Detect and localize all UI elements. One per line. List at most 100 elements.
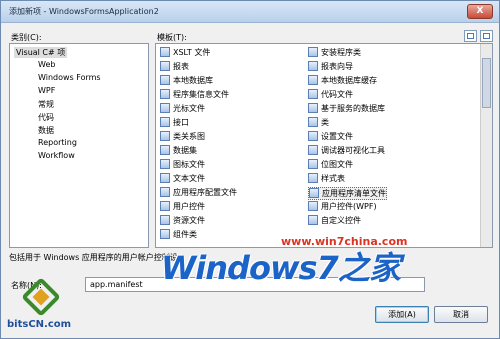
user-control-icon (160, 201, 170, 211)
category-code[interactable]: 代码 (38, 112, 54, 123)
template-item[interactable]: 自定义控件 (308, 215, 361, 228)
template-item[interactable]: 接口 (160, 117, 189, 130)
template-label: 类关系图 (173, 132, 205, 141)
category-data[interactable]: 数据 (38, 125, 54, 136)
report-wizard-icon (308, 61, 318, 71)
template-item[interactable]: 类关系图 (160, 131, 205, 144)
template-label: 安装程序类 (321, 48, 361, 57)
template-label: 样式表 (321, 174, 345, 183)
templates-list[interactable]: XSLT 文件 报表 本地数据库 程序集信息文件 光标文件 接口 类关系图 数据… (155, 43, 493, 248)
app-manifest-icon (309, 188, 319, 198)
class-diagram-icon (160, 131, 170, 141)
logo-text: bitsCN.com (7, 319, 72, 330)
class-icon (308, 117, 318, 127)
template-item[interactable]: 调试器可视化工具 (308, 145, 385, 158)
template-label: 本地数据库缓存 (321, 76, 377, 85)
template-item[interactable]: 样式表 (308, 173, 345, 186)
template-label: 用户控件 (173, 202, 205, 211)
template-label: 位图文件 (321, 160, 353, 169)
template-label: 类 (321, 118, 329, 127)
cursor-file-icon (160, 103, 170, 113)
icon-file-icon (160, 159, 170, 169)
category-web[interactable]: Web (38, 60, 55, 69)
template-item[interactable]: 报表 (160, 61, 189, 74)
watermark-title: Windows7之家 (161, 249, 401, 287)
scrollbar-thumb[interactable] (482, 58, 491, 108)
small-icons-view-button[interactable] (480, 30, 493, 42)
template-item[interactable]: 光标文件 (160, 103, 205, 116)
template-item-selected[interactable]: 应用程序清单文件 (308, 187, 387, 200)
service-database-icon (308, 103, 318, 113)
custom-control-icon (308, 215, 318, 225)
xslt-file-icon (160, 47, 170, 57)
large-icons-icon (467, 33, 474, 39)
template-item[interactable]: XSLT 文件 (160, 47, 210, 60)
template-label: 资源文件 (173, 216, 205, 225)
categories-tree[interactable]: Visual C# 项 Web Windows Forms WPF 常规 代码 … (9, 43, 149, 248)
template-item[interactable]: 本地数据库缓存 (308, 75, 377, 88)
template-label: 基于服务的数据库 (321, 104, 385, 113)
template-label: 代码文件 (321, 90, 353, 99)
settings-file-icon (308, 131, 318, 141)
template-label: 报表 (173, 62, 189, 71)
assembly-info-icon (160, 89, 170, 99)
category-general[interactable]: 常规 (38, 99, 54, 110)
template-label: 用户控件(WPF) (321, 202, 377, 211)
template-item[interactable]: 图标文件 (160, 159, 205, 172)
template-item[interactable]: 用户控件 (160, 201, 205, 214)
app-config-icon (160, 187, 170, 197)
close-button[interactable]: X (467, 4, 493, 19)
template-item[interactable]: 代码文件 (308, 89, 353, 102)
wpf-user-control-icon (308, 201, 318, 211)
local-database-icon (160, 75, 170, 85)
small-icons-icon (483, 33, 490, 39)
template-item[interactable]: 报表向导 (308, 61, 353, 74)
template-label: 应用程序清单文件 (322, 189, 386, 198)
resource-file-icon (160, 215, 170, 225)
category-workflow[interactable]: Workflow (38, 151, 75, 160)
report-icon (160, 61, 170, 71)
category-wpf[interactable]: WPF (38, 86, 55, 95)
template-item[interactable]: 类 (308, 117, 329, 130)
template-label: 报表向导 (321, 62, 353, 71)
template-label: 应用程序配置文件 (173, 188, 237, 197)
template-label: 自定义控件 (321, 216, 361, 225)
large-icons-view-button[interactable] (464, 30, 477, 42)
template-item[interactable]: 程序集信息文件 (160, 89, 229, 102)
templates-scrollbar[interactable] (480, 44, 492, 247)
template-label: 光标文件 (173, 104, 205, 113)
add-button[interactable]: 添加(A) (375, 306, 429, 323)
interface-icon (160, 117, 170, 127)
debugger-visualizer-icon (308, 145, 318, 155)
template-label: 文本文件 (173, 174, 205, 183)
template-item[interactable]: 文本文件 (160, 173, 205, 186)
window-title: 添加新项 - WindowsFormsApplication2 (9, 7, 159, 16)
template-item[interactable]: 基于服务的数据库 (308, 103, 385, 116)
template-label: 程序集信息文件 (173, 90, 229, 99)
category-reporting[interactable]: Reporting (38, 138, 77, 147)
template-item[interactable]: 资源文件 (160, 215, 205, 228)
category-windows-forms[interactable]: Windows Forms (38, 73, 101, 82)
cancel-button[interactable]: 取消 (434, 306, 488, 323)
template-label: XSLT 文件 (173, 48, 211, 57)
text-file-icon (160, 173, 170, 183)
bitscn-logo: bitsCN.com (5, 277, 85, 337)
template-label: 图标文件 (173, 160, 205, 169)
template-item[interactable]: 应用程序配置文件 (160, 187, 237, 200)
add-new-item-dialog: 添加新项 - WindowsFormsApplication2 X 类别(C):… (0, 0, 500, 339)
code-file-icon (308, 89, 318, 99)
template-label: 调试器可视化工具 (321, 146, 385, 155)
template-label: 接口 (173, 118, 189, 127)
template-item[interactable]: 用户控件(WPF) (308, 201, 377, 214)
template-item[interactable]: 设置文件 (308, 131, 353, 144)
template-label: 设置文件 (321, 132, 353, 141)
local-db-cache-icon (308, 75, 318, 85)
template-item[interactable]: 数据集 (160, 145, 197, 158)
templates-label: 模板(T): (157, 33, 187, 42)
template-label: 数据集 (173, 146, 197, 155)
template-item[interactable]: 位图文件 (308, 159, 353, 172)
category-visual-csharp[interactable]: Visual C# 项 (14, 47, 68, 58)
template-item[interactable]: 安装程序类 (308, 47, 361, 60)
template-item[interactable]: 本地数据库 (160, 75, 213, 88)
title-bar: 添加新项 - WindowsFormsApplication2 X (1, 1, 499, 23)
